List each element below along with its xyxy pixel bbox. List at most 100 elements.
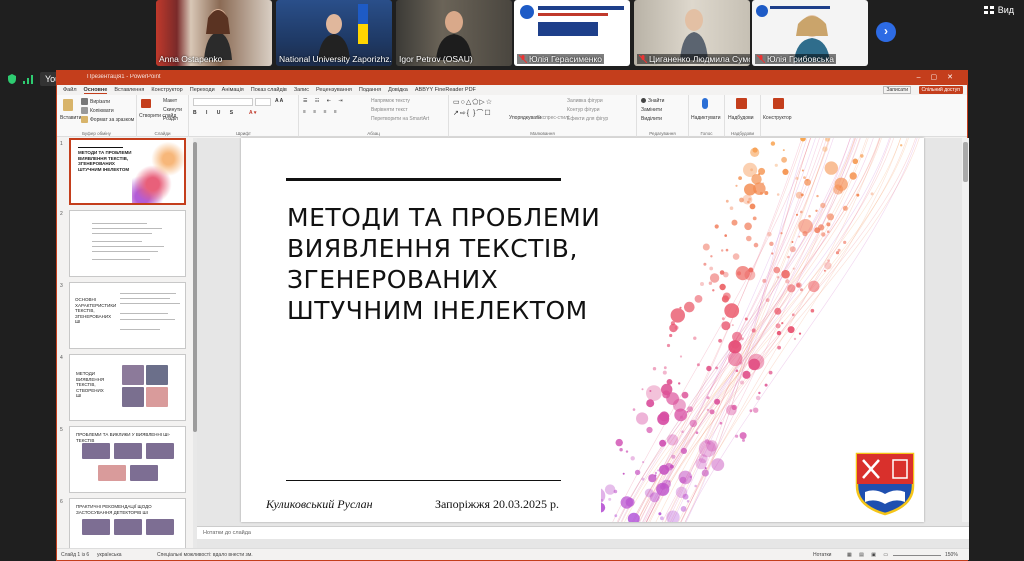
bubble [666, 510, 680, 522]
bubble [649, 492, 660, 503]
tab-slideshow[interactable]: Показ слайдів [251, 87, 287, 93]
shapes-gallery[interactable]: ▭○△⬠▷☆ [453, 98, 493, 106]
record-button[interactable]: Записати [883, 86, 911, 94]
copy-icon [81, 107, 88, 114]
scrollbar-thumb[interactable] [963, 142, 968, 182]
bubble [728, 351, 743, 367]
bubble [738, 176, 742, 180]
thumb-diagram-box [146, 365, 168, 385]
font-color-button[interactable]: A ▾ [249, 110, 256, 116]
bubble [731, 404, 737, 411]
new-slide-button[interactable] [141, 99, 153, 108]
notes-pane[interactable]: Нотатки до слайда [197, 526, 969, 539]
language-indicator[interactable]: українська [97, 552, 122, 558]
slide-thumbnail-5[interactable]: Проблеми та виклики у виявленні ШІ-текст… [69, 426, 186, 493]
shape-outline-button[interactable]: Контур фігури [567, 107, 599, 113]
copy-button[interactable]: Копіювати [81, 107, 114, 114]
smartart-button[interactable]: Перетворити на SmartArt [371, 116, 429, 122]
bubble [658, 512, 662, 516]
slide-author[interactable]: Куликовський Руслан [266, 497, 373, 512]
slide-title[interactable]: Методи та проблеми виявлення текстів, зг… [287, 202, 607, 326]
participant-tile[interactable]: Anna Ostapenko [156, 0, 272, 66]
view-button[interactable]: Вид [983, 5, 1014, 15]
find-button[interactable]: Знайти [641, 98, 664, 104]
participant-tile[interactable]: Igor Petrov (OSAU) [396, 0, 512, 66]
view-buttons[interactable]: ▦ ▤ ▣ ▭ [847, 552, 891, 558]
align-text-button[interactable]: Вирівняти текст [371, 107, 408, 113]
bubble [776, 193, 780, 196]
tab-view[interactable]: Подання [359, 87, 381, 93]
zoom-level[interactable]: 150% [945, 552, 958, 558]
slide-thumbnail-4[interactable]: Методи виявлення текстів, створених ШІ [69, 354, 186, 421]
shape-effects-button[interactable]: Ефекти для фігур [567, 116, 608, 122]
bubble-streak [665, 138, 851, 522]
bubble [776, 330, 782, 336]
accessibility-status[interactable]: Спеціальні можливості: вдало внести зм. [157, 552, 253, 558]
participant-tile[interactable]: Юлія Грибовська [752, 0, 868, 66]
shapes-gallery-row2[interactable]: ↗⇨{ }⌒☐ [453, 108, 492, 118]
tab-review[interactable]: Рецензування [316, 87, 352, 93]
logo-text-bar [538, 13, 608, 16]
tab-file[interactable]: Файл [63, 87, 77, 93]
ribbon-group-voice: Надиктувати Голос [689, 95, 725, 137]
share-button[interactable]: Спільний доступ [918, 86, 963, 94]
font-size-select[interactable] [255, 98, 271, 106]
current-slide[interactable]: Методи та проблеми виявлення текстів, зг… [241, 138, 924, 522]
slide-city-date[interactable]: Запоріжжя 20.03.2025 р. [435, 497, 559, 512]
replace-button[interactable]: Замінити [641, 107, 662, 113]
slide-scrollbar[interactable] [962, 138, 969, 522]
cut-button[interactable]: Вирізати [81, 98, 110, 105]
tab-insert[interactable]: Вставлення [114, 87, 144, 93]
section-button[interactable]: Розділ [163, 116, 178, 122]
slide-thumbnail-3[interactable]: Основні характеристики текстів, згенеров… [69, 282, 186, 349]
tab-abbyy[interactable]: ABBYY FineReader PDF [415, 87, 476, 93]
bubble [724, 234, 727, 237]
tab-help[interactable]: Довідка [388, 87, 408, 93]
bubble [816, 194, 819, 198]
ribbon-group-clipboard: Вставити Вирізати Копіювати Формат за зр… [57, 95, 137, 137]
participant-tile[interactable]: Юлія Герасименко [514, 0, 630, 66]
font-format-buttons[interactable]: B I U S [193, 110, 237, 116]
text-direction-button[interactable]: Напрямок тексту [371, 98, 410, 104]
tab-animations[interactable]: Анімація [222, 87, 244, 93]
notes-toggle-button[interactable]: Нотатки [813, 552, 831, 558]
bubble [619, 448, 623, 452]
paste-button[interactable] [63, 99, 75, 111]
designer-button[interactable] [773, 98, 786, 109]
participant-tile[interactable]: Циганенко Людмила Сумс... [634, 0, 750, 66]
window-controls[interactable]: –▢✕ [917, 73, 963, 81]
zoom-slider[interactable] [893, 555, 941, 556]
slide-thumbnail-6[interactable]: Практичні рекомендації щодо застосування… [69, 498, 186, 550]
participant-tile[interactable]: National University Zaporizhz... [276, 0, 392, 66]
bubble [768, 370, 773, 375]
tab-design[interactable]: Конструктор [151, 87, 182, 93]
bubble [662, 370, 667, 375]
list-buttons[interactable]: ☰ ☷ ⇤ ⇥ [303, 98, 346, 104]
reset-button[interactable]: Скинути [163, 107, 182, 113]
bubble [646, 426, 653, 434]
tab-transitions[interactable]: Переходи [190, 87, 215, 93]
title-rule-top [286, 178, 561, 181]
thumb-title: Практичні рекомендації щодо застосування… [76, 504, 152, 515]
quick-styles-button[interactable]: Експрес-стилі [537, 115, 569, 121]
align-buttons[interactable]: ≡ ≡ ≡ ≡ [303, 109, 340, 115]
format-painter-button[interactable]: Формат за зразком [81, 116, 134, 123]
bubble [703, 262, 707, 266]
grow-font-button[interactable]: A A [275, 98, 283, 104]
tab-record[interactable]: Запис [294, 87, 309, 93]
tab-home[interactable]: Основне [83, 87, 108, 94]
bubble [799, 210, 803, 214]
layout-button[interactable]: Макет [163, 98, 177, 104]
slide-thumbnail-2[interactable] [69, 210, 186, 277]
slide-thumbnail-1[interactable]: Методи та проблеми виявлення текстів, зг… [69, 138, 186, 205]
next-participants-button[interactable]: › [876, 22, 896, 42]
institute-logo-icon [756, 5, 768, 17]
addins-button[interactable] [736, 98, 749, 109]
dictate-button[interactable] [702, 98, 710, 109]
font-family-select[interactable] [193, 98, 253, 106]
select-button[interactable]: Виділити [641, 116, 662, 122]
bubble [702, 243, 710, 251]
bubble [659, 439, 667, 447]
paste-label[interactable]: Вставити [60, 115, 81, 121]
shape-fill-button[interactable]: Заливка фігури [567, 98, 603, 104]
